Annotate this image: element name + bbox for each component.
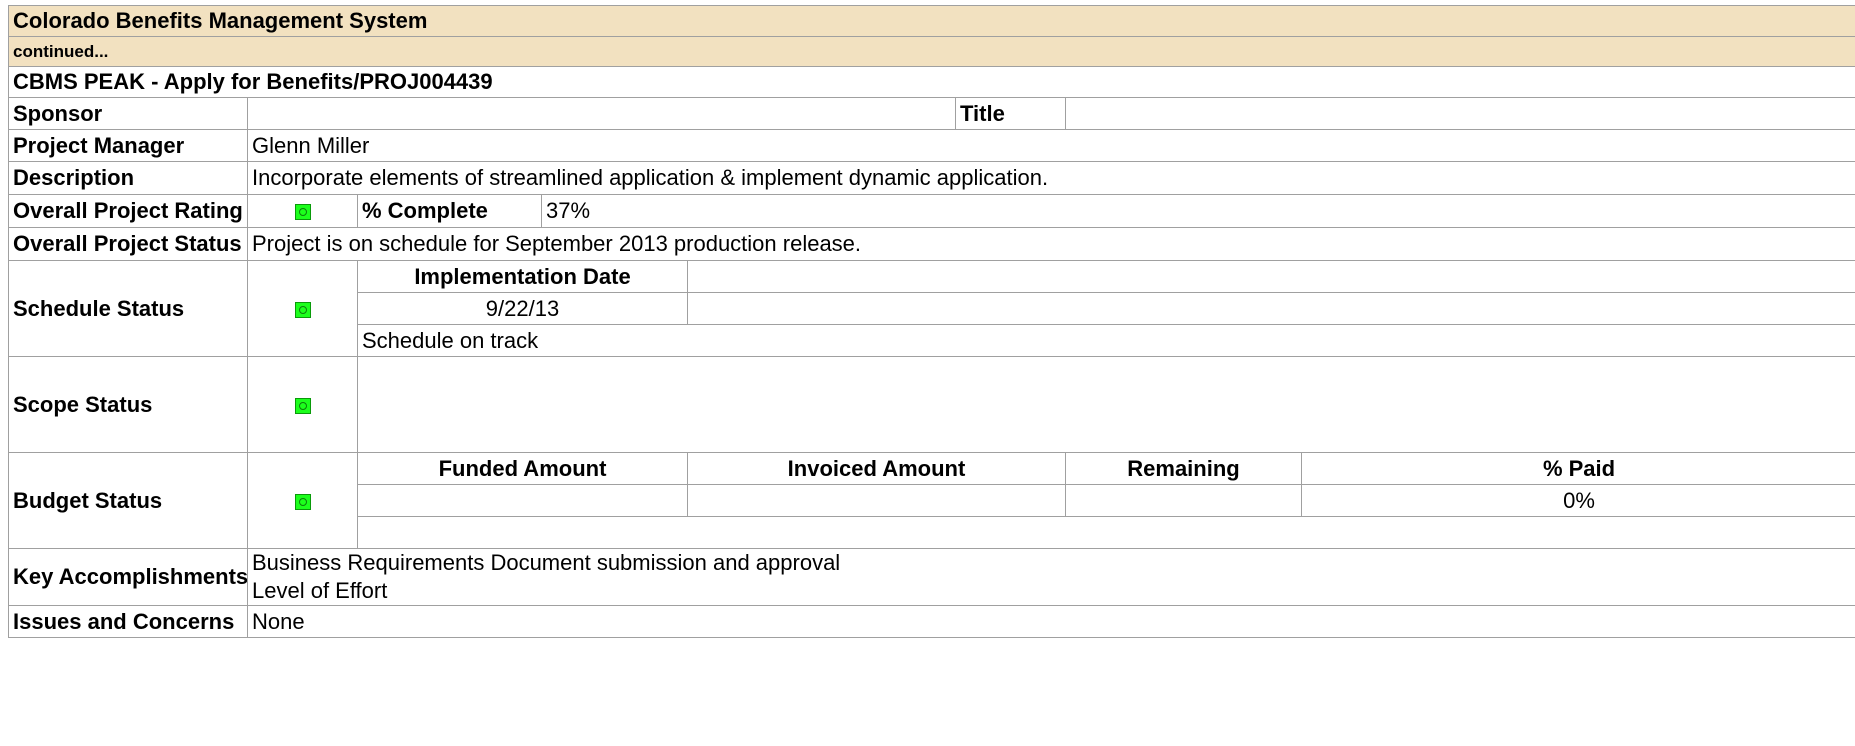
implementation-date-header: Implementation Date [357, 260, 688, 293]
accomplishment-item: Level of Effort [252, 578, 388, 603]
key-accomplishments-value: Business Requirements Document submissio… [246, 548, 1855, 606]
percent-complete-value: 37% [540, 194, 1855, 228]
status-green-icon [294, 301, 311, 318]
sponsor-row: Sponsor Title [8, 97, 1855, 130]
issues-row: Issues and Concerns None [8, 605, 1855, 638]
status-green-icon [294, 397, 311, 414]
project-manager-value: Glenn Miller [246, 129, 1855, 162]
scope-status-label: Scope Status [8, 356, 248, 453]
overall-rating-cell [247, 194, 358, 228]
schedule-status-label: Schedule Status [8, 260, 248, 357]
overall-rating-label: Overall Project Rating [8, 194, 248, 228]
remaining-value [1065, 484, 1302, 517]
scope-status-cell [247, 356, 358, 453]
overall-status-label: Overall Project Status [8, 227, 248, 261]
accomplishment-item: Business Requirements Document submissio… [252, 550, 841, 575]
title-value [1064, 97, 1855, 130]
project-title: CBMS PEAK - Apply for Benefits/PROJ00443… [7, 66, 1855, 98]
project-manager-row: Project Manager Glenn Miller [8, 129, 1855, 162]
title-label: Title [955, 97, 1066, 130]
budget-status-label: Budget Status [8, 452, 248, 549]
scope-status-row: Scope Status [8, 356, 1855, 453]
invoiced-amount-value [687, 484, 1066, 517]
continued-label: continued... [7, 36, 1855, 67]
sponsor-label: Sponsor [8, 97, 248, 130]
funded-amount-header: Funded Amount [357, 452, 688, 485]
overall-status-value: Project is on schedule for September 201… [246, 227, 1855, 261]
description-row: Description Incorporate elements of stre… [8, 161, 1855, 195]
invoiced-amount-header: Invoiced Amount [687, 452, 1066, 485]
budget-status-cell [247, 452, 358, 549]
description-label: Description [8, 161, 248, 195]
budget-filler [356, 516, 1855, 549]
key-accomplishments-row: Key Accomplishments Business Requirement… [8, 548, 1855, 606]
status-green-icon [294, 493, 311, 510]
remaining-header: Remaining [1065, 452, 1302, 485]
sponsor-value [247, 97, 956, 130]
percent-complete-label: % Complete [357, 194, 542, 228]
overall-status-row: Overall Project Status Project is on sch… [8, 227, 1855, 261]
percent-paid-header: % Paid [1300, 452, 1855, 485]
schedule-filler [686, 260, 1855, 293]
schedule-status-cell [247, 260, 358, 357]
schedule-note: Schedule on track [356, 324, 1855, 357]
funded-amount-value [357, 484, 688, 517]
implementation-date-value: 9/22/13 [357, 292, 688, 325]
issues-label: Issues and Concerns [8, 605, 248, 638]
status-green-icon [294, 204, 311, 221]
percent-paid-value: 0% [1300, 484, 1855, 517]
system-title: Colorado Benefits Management System [7, 5, 1855, 37]
project-manager-label: Project Manager [8, 129, 248, 162]
description-value: Incorporate elements of streamlined appl… [246, 161, 1855, 195]
schedule-filler [686, 292, 1855, 325]
project-status-report: Colorado Benefits Management System cont… [7, 5, 1855, 638]
issues-value: None [246, 605, 1855, 638]
key-accomplishments-label: Key Accomplishments [8, 548, 248, 606]
overall-rating-row: Overall Project Rating % Complete 37% [8, 194, 1855, 228]
scope-status-value [356, 356, 1855, 453]
